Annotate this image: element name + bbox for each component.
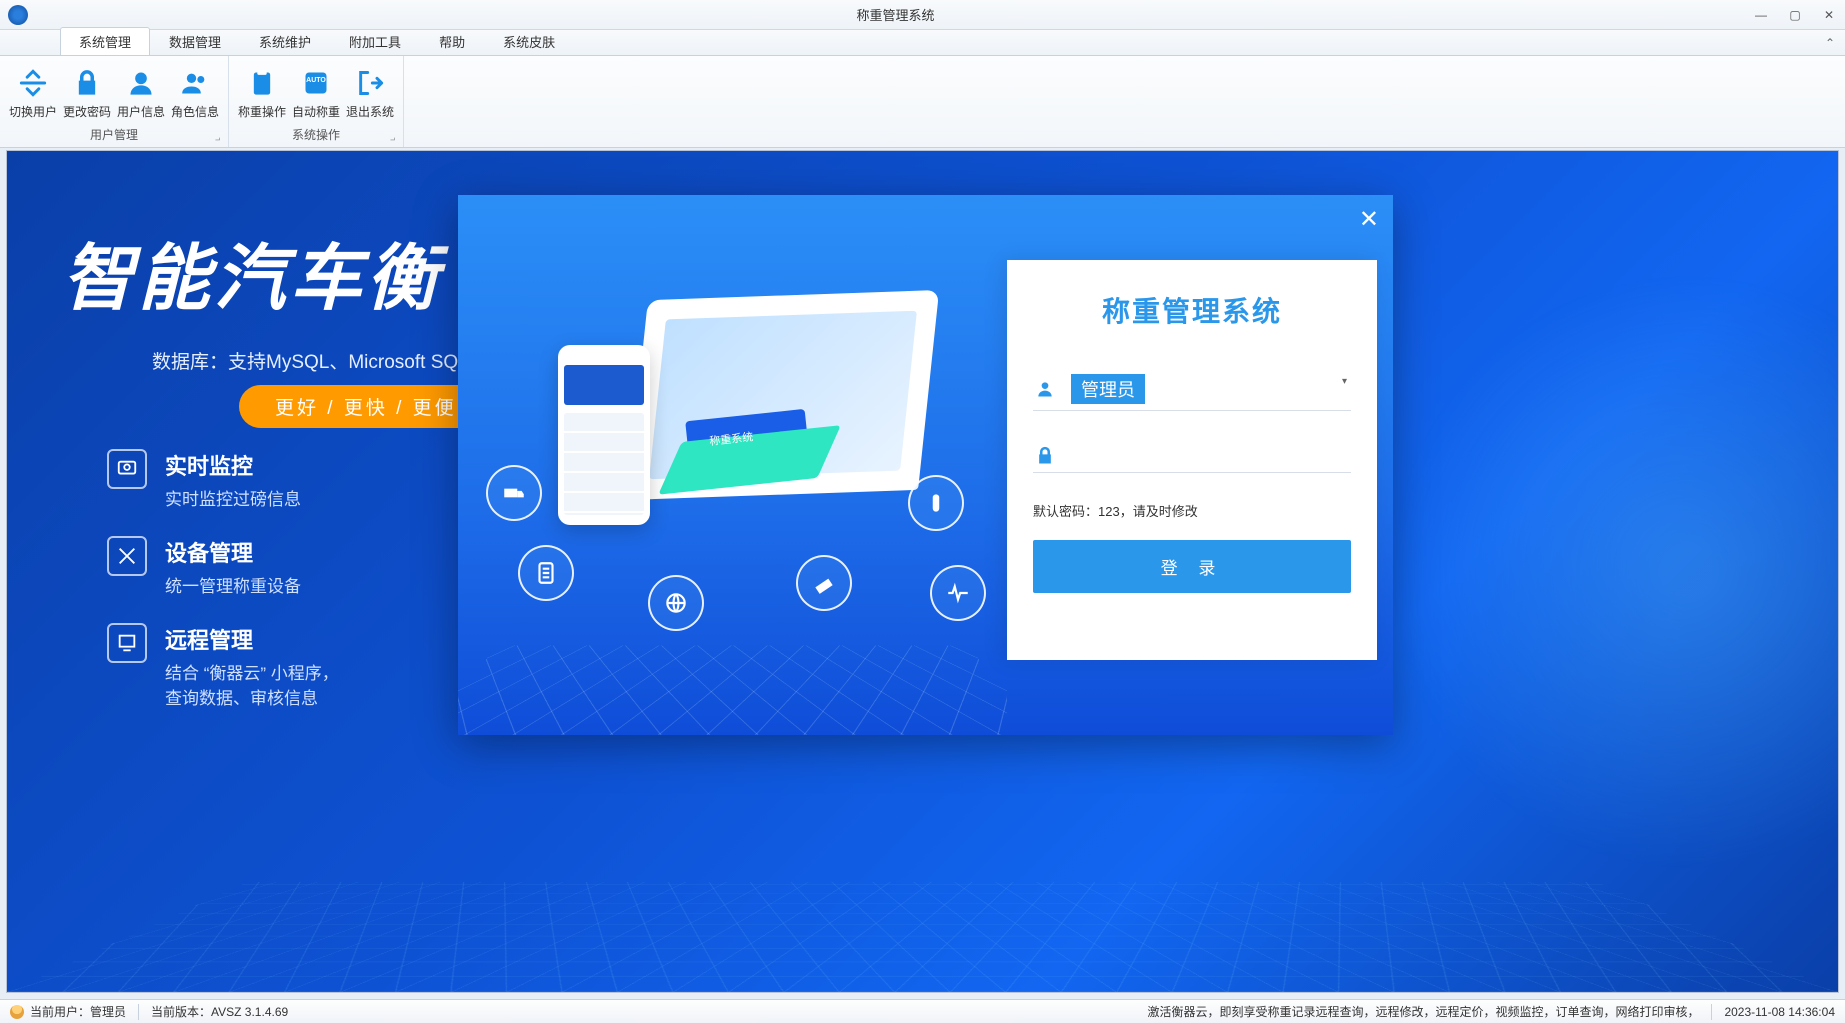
change-password-button[interactable]: 更改密码	[60, 59, 114, 124]
device-icon	[107, 536, 147, 576]
username-dropdown-icon[interactable]: ▾	[1342, 376, 1347, 387]
status-user-icon	[10, 1005, 24, 1019]
user-info-button[interactable]: 用户信息	[114, 59, 168, 124]
weigh-operation-label: 称重操作	[238, 103, 286, 120]
role-info-button[interactable]: 角色信息	[168, 59, 222, 124]
window-title: 称重管理系统	[38, 5, 1753, 24]
ribbon-group-system: 称重操作 AUTO 自动称重 退出系统 系统操作	[229, 56, 404, 147]
ribbon-group-user-title: 用户管理	[6, 124, 222, 145]
exit-icon	[354, 67, 386, 99]
tab-skin[interactable]: 系统皮肤	[484, 27, 574, 55]
login-panel: 称重管理系统 管理员 ▾ 默认密码：123，请及时修改 登 录	[1007, 260, 1377, 660]
exit-system-button[interactable]: 退出系统	[343, 59, 397, 124]
ribbon-collapse-icon[interactable]: ⌃	[1825, 36, 1835, 50]
truck-illus-icon	[685, 409, 811, 481]
maximize-button[interactable]: ▢	[1787, 7, 1803, 23]
ribbon-group-system-title: 系统操作	[235, 124, 397, 145]
hero-pill: 更好 / 更快 / 更便	[239, 385, 493, 428]
status-scroll-message: 激活衡器云，即刻享受称重记录远程查询，远程修改，远程定价，视频监控，订单查询，网…	[1147, 1003, 1699, 1020]
status-time: 2023-11-08 14:36:04	[1724, 1005, 1835, 1019]
tab-system-manage[interactable]: 系统管理	[60, 27, 150, 55]
ribbon-content: 切换用户 更改密码 用户信息 角色信息 用户管理 称重操作 AUTO	[0, 56, 1845, 148]
phone-illus-icon	[558, 345, 650, 525]
username-value: 管理员	[1071, 374, 1145, 404]
feature-remote: 远程管理 结合 “衡器云” 小程序， 查询数据、审核信息	[107, 623, 339, 709]
username-field[interactable]: 管理员 ▾	[1033, 368, 1351, 411]
login-button[interactable]: 登 录	[1033, 540, 1351, 593]
badge-wave-icon	[930, 565, 986, 621]
auto-icon: AUTO	[300, 67, 332, 99]
clipboard-icon	[246, 67, 278, 99]
switch-user-icon	[17, 67, 49, 99]
feature-device-title: 设备管理	[165, 536, 301, 568]
feature-list: 实时监控 实时监控过磅信息 设备管理 统一管理称重设备 远程管理 结合 “衡器云…	[107, 449, 339, 735]
lock-icon	[71, 67, 103, 99]
switch-user-button[interactable]: 切换用户	[6, 59, 60, 124]
tab-extra-tools[interactable]: 附加工具	[330, 27, 420, 55]
app-logo-icon	[8, 5, 28, 25]
password-hint: 默认密码：123，请及时修改	[1033, 501, 1351, 520]
login-illustration	[458, 195, 1007, 735]
ribbon-tabs: 系统管理 数据管理 系统维护 附加工具 帮助 系统皮肤	[0, 30, 1845, 56]
tab-data-manage[interactable]: 数据管理	[150, 27, 240, 55]
password-field[interactable]	[1033, 439, 1351, 473]
login-dialog: ✕ 称重管理系统 管理员 ▾ 默认密码：123，请及时修改 登 录	[458, 195, 1393, 735]
monitor-icon	[107, 449, 147, 489]
weigh-operation-button[interactable]: 称重操作	[235, 59, 289, 124]
remote-icon	[107, 623, 147, 663]
role-icon	[179, 67, 211, 99]
tab-system-maintain[interactable]: 系统维护	[240, 27, 330, 55]
feature-remote-sub: 结合 “衡器云” 小程序， 查询数据、审核信息	[165, 659, 339, 709]
status-bar: 当前用户：管理员 当前版本：AVSZ 3.1.4.69 激活衡器云，即刻享受称重…	[0, 999, 1845, 1023]
hero-headline: 智能汽车衡	[62, 219, 442, 324]
user-info-label: 用户信息	[117, 103, 165, 120]
close-button[interactable]: ✕	[1821, 7, 1837, 23]
status-user: 当前用户：管理员	[30, 1003, 126, 1020]
password-input[interactable]	[1071, 445, 1349, 466]
feature-monitor-sub: 实时监控过磅信息	[165, 485, 301, 510]
auto-weigh-button[interactable]: AUTO 自动称重	[289, 59, 343, 124]
badge-truck-icon	[486, 465, 542, 521]
svg-text:AUTO: AUTO	[306, 77, 326, 84]
role-info-label: 角色信息	[171, 103, 219, 120]
tab-help[interactable]: 帮助	[420, 27, 484, 55]
auto-weigh-label: 自动称重	[292, 103, 340, 120]
feature-device: 设备管理 统一管理称重设备	[107, 536, 339, 597]
hero-subtitle: 数据库：支持MySQL、Microsoft SQ	[152, 347, 458, 374]
badge-globe-icon	[648, 575, 704, 631]
feature-monitor: 实时监控 实时监控过磅信息	[107, 449, 339, 510]
badge-camera-icon	[796, 555, 852, 611]
badge-clipboard-icon	[518, 545, 574, 601]
exit-system-label: 退出系统	[346, 103, 394, 120]
hero-grid-decor	[7, 882, 1838, 992]
login-title: 称重管理系统	[1033, 290, 1351, 330]
switch-user-label: 切换用户	[9, 103, 57, 120]
change-password-label: 更改密码	[63, 103, 111, 120]
feature-device-sub: 统一管理称重设备	[165, 572, 301, 597]
lock-icon	[1035, 446, 1055, 466]
feature-remote-title: 远程管理	[165, 623, 339, 655]
badge-sensor-icon	[908, 475, 964, 531]
login-close-button[interactable]: ✕	[1359, 205, 1379, 234]
feature-monitor-title: 实时监控	[165, 449, 301, 481]
user-icon	[125, 67, 157, 99]
minimize-button[interactable]: —	[1753, 7, 1769, 23]
title-bar: 称重管理系统 — ▢ ✕	[0, 0, 1845, 30]
ribbon-group-user: 切换用户 更改密码 用户信息 角色信息 用户管理	[0, 56, 229, 147]
status-version: 当前版本：AVSZ 3.1.4.69	[151, 1003, 288, 1020]
user-icon	[1035, 379, 1055, 399]
